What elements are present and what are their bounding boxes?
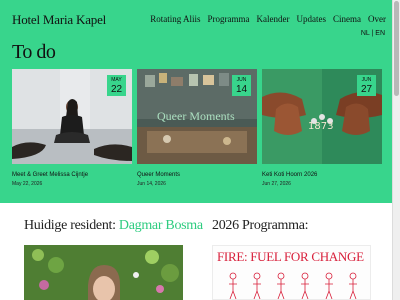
badge-day: 14 bbox=[235, 84, 248, 95]
event-image[interactable]: Queer Moments JUN 14 bbox=[137, 69, 257, 164]
event-title[interactable]: Keti Koti Hoorn 2026 bbox=[262, 172, 382, 178]
badge-month: MAY bbox=[111, 77, 122, 83]
event-title[interactable]: Meet & Greet Melissa Cijntje bbox=[12, 172, 132, 178]
programma-poster[interactable]: FIRE: FUEL FOR CHANGE bbox=[212, 245, 371, 300]
event-image-overlay-text: Queer Moments bbox=[157, 109, 235, 123]
event-date-badge: JUN 27 bbox=[357, 75, 376, 96]
resident-label: Huidige resident: bbox=[24, 218, 116, 233]
programma-heading: 2026 Programma: bbox=[212, 218, 309, 233]
event-date: Jun 14, 2026 bbox=[137, 181, 166, 187]
event-image[interactable]: MAY 22 bbox=[12, 69, 132, 164]
resident-photo[interactable] bbox=[24, 245, 183, 300]
todo-heading: To do bbox=[12, 41, 56, 63]
event-date-badge: MAY 22 bbox=[107, 75, 126, 96]
badge-day: 27 bbox=[360, 84, 373, 95]
event-title[interactable]: Queer Moments bbox=[137, 172, 257, 178]
language-switcher[interactable]: NL | EN bbox=[361, 30, 385, 37]
resident-heading: Huidige resident: Dagmar Bosma bbox=[24, 218, 203, 234]
nav-programma[interactable]: Programma bbox=[208, 14, 250, 24]
event-card[interactable]: MAY 22 Meet & Greet Melissa Cijntje May … bbox=[12, 69, 132, 187]
badge-month: JUN bbox=[361, 77, 372, 83]
event-card[interactable]: 1873 JUN 27 Keti Koti Hoorn 2026 Jun 27,… bbox=[262, 69, 382, 187]
site-logo[interactable]: Hotel Maria Kapel bbox=[12, 12, 106, 28]
event-card[interactable]: Queer Moments JUN 14 Queer Moments Jun 1… bbox=[137, 69, 257, 187]
nav-kalender[interactable]: Kalender bbox=[257, 14, 290, 24]
event-date: May 22, 2026 bbox=[12, 181, 43, 187]
event-date-badge: JUN 14 bbox=[232, 75, 251, 96]
resident-link[interactable]: Dagmar Bosma bbox=[119, 218, 203, 233]
scrollbar-thumb[interactable] bbox=[394, 1, 399, 96]
nav-updates[interactable]: Updates bbox=[297, 14, 327, 24]
nav-rotating-aliis[interactable]: Rotating Aliis bbox=[150, 14, 200, 24]
nav-cinema[interactable]: Cinema bbox=[333, 14, 361, 24]
nav-over[interactable]: Over bbox=[368, 14, 386, 24]
event-image[interactable]: 1873 JUN 27 bbox=[262, 69, 382, 164]
page-scrollbar[interactable] bbox=[392, 0, 400, 300]
main-nav: Rotating Aliis Programma Kalender Update… bbox=[150, 14, 386, 24]
badge-day: 22 bbox=[110, 84, 123, 95]
badge-month: JUN bbox=[236, 77, 247, 83]
svg-text:1873: 1873 bbox=[308, 121, 333, 132]
event-date: Jun 27, 2026 bbox=[262, 181, 291, 187]
